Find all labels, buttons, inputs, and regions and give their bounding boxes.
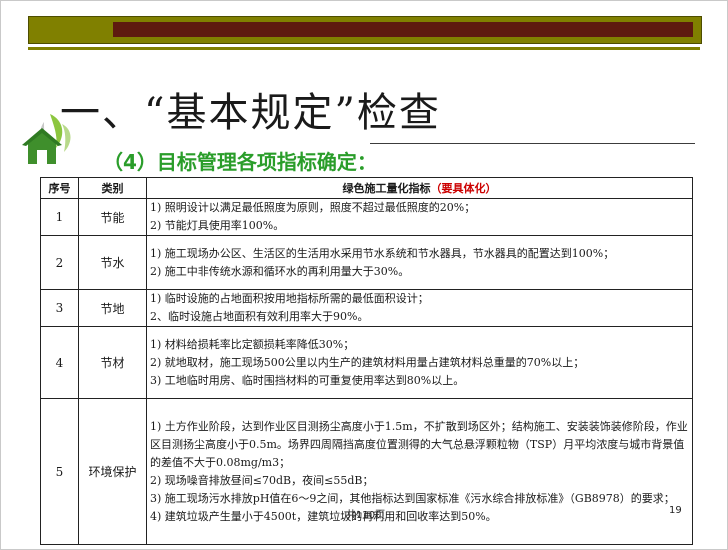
indicator-line: 1) 施工现场办公区、生活区的生活用水采用节水系统和节水器具，节水器具的配置达到… xyxy=(150,246,615,260)
total-pages: 共110页 xyxy=(346,510,386,521)
indicator-line: 2) 节能灯具使用率100%。 xyxy=(150,219,285,232)
header-indicator-note: （要具体化） xyxy=(430,182,497,195)
header-no: 序号 xyxy=(40,177,79,199)
table-header-row: 序号 类别 绿色施工量化指标（要具体化） xyxy=(40,177,693,199)
table-row: 4 节材 1) 材料给损耗率比定额损耗率降低30%； 2) 就地取材，施工现场5… xyxy=(40,326,693,399)
row-category: 节材 xyxy=(78,326,147,399)
slide-title: 一、“基本规定”检查 xyxy=(60,90,441,136)
row-no: 5 xyxy=(40,398,79,545)
indicator-line: 4) 建筑垃圾产生量小于4500t，建筑垃圾的再利用和回收率达到50%。 xyxy=(150,509,497,523)
indicator-line: 2) 现场噪音排放昼间≤70dB，夜间≤55dB； xyxy=(150,473,374,487)
header-band-inner xyxy=(113,22,693,37)
row-category: 节水 xyxy=(78,235,147,290)
green-house-leaf-logo-icon xyxy=(22,114,71,164)
row-indicators: 1) 临时设施的占地面积按用地指标所需的最低面积设计； 2、临时设施占地面积有效… xyxy=(146,289,693,327)
row-no: 1 xyxy=(40,198,79,236)
header-indicator-text: 绿色施工量化指标 xyxy=(342,182,431,195)
title-underline xyxy=(370,143,695,144)
header-category: 类别 xyxy=(78,177,147,199)
indicator-table: 序号 类别 绿色施工量化指标（要具体化） 1 节能 1) 照明设计以满足最低照度… xyxy=(40,177,693,545)
table-row: 1 节能 1) 照明设计以满足最低照度为原则，照度不超过最低照度的20%； 2)… xyxy=(40,198,693,236)
table-row: 3 节地 1) 临时设施的占地面积按用地指标所需的最低面积设计； 2、临时设施占… xyxy=(40,289,693,327)
indicator-line: 2) 就地取材，施工现场500公里以内生产的建筑材料用量占建筑材料总重量的70%… xyxy=(150,355,585,369)
indicator-line: 2、临时设施占地面积有效利用率大于90%。 xyxy=(150,310,369,323)
table-row: 5 环境保护 1) 土方作业阶段，达到作业区目测扬尘高度小于1.5m，不扩散到场… xyxy=(40,398,693,545)
header-band xyxy=(28,16,702,44)
header-rule xyxy=(28,47,700,50)
row-indicators: 1) 照明设计以满足最低照度为原则，照度不超过最低照度的20%； 2) 节能灯具… xyxy=(146,198,693,236)
row-indicators: 1) 土方作业阶段，达到作业区目测扬尘高度小于1.5m，不扩散到场区外；结构施工… xyxy=(146,398,693,545)
indicator-line: 2) 施工中非传统水源和循环水的再利用量大于30%。 xyxy=(150,264,410,278)
page-number: 19 xyxy=(669,505,682,516)
indicator-line: 1) 临时设施的占地面积按用地指标所需的最低面积设计； xyxy=(150,292,429,305)
row-indicators: 1) 施工现场办公区、生活区的生活用水采用节水系统和节水器具，节水器具的配置达到… xyxy=(146,235,693,290)
table-row: 2 节水 1) 施工现场办公区、生活区的生活用水采用节水系统和节水器具，节水器具… xyxy=(40,235,693,290)
row-no: 3 xyxy=(40,289,79,327)
row-indicators: 1) 材料给损耗率比定额损耗率降低30%； 2) 就地取材，施工现场500公里以… xyxy=(146,326,693,399)
indicator-line: 1) 土方作业阶段，达到作业区目测扬尘高度小于1.5m，不扩散到场区外；结构施工… xyxy=(150,419,688,469)
section-subtitle: （4）目标管理各项指标确定： xyxy=(103,150,377,174)
row-category: 节地 xyxy=(78,289,147,327)
row-no: 2 xyxy=(40,235,79,290)
indicator-line: 3) 施工现场污水排放pH值在6～9之间，其他指标达到国家标准《污水综合排放标准… xyxy=(150,491,675,505)
row-category: 环境保护 xyxy=(78,398,147,545)
indicator-line: 3) 工地临时用房、临时围挡材料的可重复使用率达到80%以上。 xyxy=(150,373,465,387)
header-indicator: 绿色施工量化指标（要具体化） xyxy=(146,177,693,199)
row-no: 4 xyxy=(40,326,79,399)
indicator-line: 1) 照明设计以满足最低照度为原则，照度不超过最低照度的20%； xyxy=(150,201,476,214)
row-category: 节能 xyxy=(78,198,147,236)
indicator-line: 1) 材料给损耗率比定额损耗率降低30%； xyxy=(150,337,355,351)
